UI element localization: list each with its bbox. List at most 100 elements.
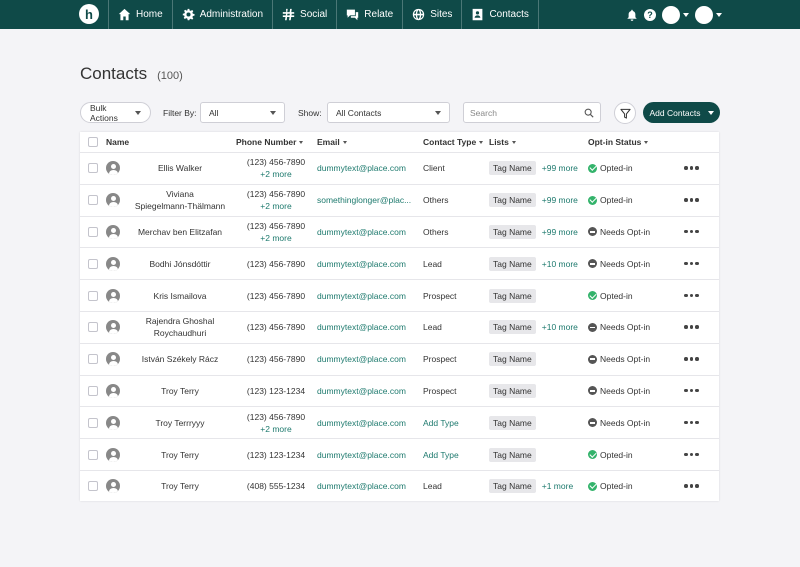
email-link[interactable]: dummytext@place.com [317, 344, 421, 375]
list-tag[interactable]: Tag Name [489, 193, 536, 208]
list-tag[interactable]: Tag Name [489, 352, 536, 367]
contact-name[interactable]: Rajendra Ghoshal Roychaudhuri [126, 312, 234, 343]
list-tag[interactable]: Tag Name [489, 383, 536, 398]
row-checkbox[interactable] [88, 258, 98, 269]
contact-name[interactable]: Troy Terrryyy [126, 407, 234, 438]
contact-name[interactable]: Troy Terry [126, 439, 234, 470]
row-checkbox[interactable] [88, 354, 98, 365]
header-contact-type[interactable]: Contact Type [423, 132, 484, 152]
phone-more-link[interactable]: +2 more [260, 200, 291, 212]
email-link[interactable]: dummytext@place.com [317, 376, 421, 407]
list-tag[interactable]: Tag Name [489, 256, 536, 271]
email-link[interactable]: dummytext@place.com [317, 280, 421, 311]
list-tag[interactable]: Tag Name [489, 320, 536, 335]
email-link[interactable]: dummytext@place.com [317, 217, 421, 248]
header-phone[interactable]: Phone Number [236, 132, 304, 152]
row-checkbox[interactable] [88, 385, 98, 396]
filter-button[interactable] [614, 102, 636, 124]
phone-more-link[interactable]: +2 more [260, 168, 291, 180]
phone-more-link[interactable]: +2 more [260, 232, 291, 244]
contact-name[interactable]: Viviana Spiegelmann-Thälmann [126, 185, 234, 216]
list-tag[interactable]: Tag Name [489, 288, 536, 303]
more-actions-icon[interactable] [684, 452, 699, 457]
lists-more-link[interactable]: +99 more [542, 195, 578, 205]
search-icon[interactable] [584, 108, 594, 118]
table-row[interactable]: Troy Terry (123) 123-1234 dummytext@plac… [80, 374, 719, 407]
table-row[interactable]: Kris Ismailova (123) 456-7890 dummytext@… [80, 279, 719, 311]
phone-more-link[interactable]: +2 more [260, 423, 291, 435]
contact-name[interactable]: Merchav ben Elitzafan [126, 217, 234, 248]
more-actions-icon[interactable] [684, 261, 699, 266]
email-link[interactable]: somethinglonger@plac... [317, 185, 421, 216]
email-link[interactable]: dummytext@place.com [317, 312, 421, 343]
more-actions-icon[interactable] [684, 420, 699, 425]
show-select[interactable]: All Contacts [327, 102, 450, 123]
header-name[interactable]: Name [106, 132, 129, 152]
lists-more-link[interactable]: +99 more [542, 163, 578, 173]
list-tag[interactable]: Tag Name [489, 224, 536, 239]
table-row[interactable]: Troy Terry (408) 555-1234 dummytext@plac… [80, 470, 719, 502]
more-actions-icon[interactable] [684, 325, 699, 329]
workspace-avatar[interactable] [662, 5, 680, 24]
add-type-link[interactable]: Add Type [423, 439, 487, 470]
more-actions-icon[interactable] [684, 166, 699, 170]
header-lists[interactable]: Lists [489, 132, 516, 152]
email-link[interactable]: dummytext@place.com [317, 248, 421, 279]
bell-icon[interactable] [626, 9, 638, 21]
lists-more-link[interactable]: +1 more [542, 481, 573, 491]
filter-by-select[interactable]: All [200, 102, 285, 123]
table-row[interactable]: Merchav ben Elitzafan (123) 456-7890 +2 … [80, 215, 719, 248]
nav-contacts[interactable]: Contacts [461, 0, 539, 29]
contact-name[interactable]: Troy Terry [126, 376, 234, 407]
table-row[interactable]: István Székely Rácz (123) 456-7890 dummy… [80, 342, 719, 375]
contact-name[interactable]: Troy Terry [126, 471, 234, 502]
nav-relate[interactable]: Relate [336, 0, 402, 29]
contact-name[interactable]: Ellis Walker [126, 153, 234, 184]
add-contacts-button[interactable]: Add Contacts [643, 102, 720, 123]
table-row[interactable]: Troy Terrryyy (123) 456-7890 +2 more dum… [80, 406, 719, 438]
bulk-actions-button[interactable]: Bulk Actions [80, 102, 151, 123]
header-optin[interactable]: Opt-in Status [588, 132, 649, 152]
row-checkbox[interactable] [88, 226, 98, 237]
search-input[interactable] [470, 107, 580, 118]
row-checkbox[interactable] [88, 449, 98, 460]
nav-administration[interactable]: Administration [171, 0, 272, 29]
email-link[interactable]: dummytext@place.com [317, 407, 421, 438]
table-row[interactable]: Troy Terry (123) 123-1234 dummytext@plac… [80, 438, 719, 470]
chevron-down-icon[interactable] [716, 12, 722, 17]
row-checkbox[interactable] [88, 481, 98, 492]
lists-more-link[interactable]: +99 more [542, 227, 578, 237]
more-actions-icon[interactable] [684, 484, 699, 488]
contact-name[interactable]: Kris Ismailova [126, 280, 234, 311]
email-link[interactable]: dummytext@place.com [317, 153, 421, 184]
more-actions-icon[interactable] [684, 198, 699, 202]
app-logo[interactable]: h [79, 4, 99, 24]
row-checkbox[interactable] [88, 290, 98, 301]
help-icon[interactable]: ? [644, 8, 656, 21]
more-actions-icon[interactable] [684, 357, 699, 361]
row-checkbox[interactable] [88, 322, 98, 333]
table-row[interactable]: Viviana Spiegelmann-Thälmann (123) 456-7… [80, 183, 719, 216]
list-tag[interactable]: Tag Name [489, 415, 536, 430]
add-type-link[interactable]: Add Type [423, 407, 487, 438]
list-tag[interactable]: Tag Name [489, 447, 536, 462]
email-link[interactable]: dummytext@place.com [317, 471, 421, 502]
nav-sites[interactable]: Sites [402, 0, 461, 29]
row-checkbox[interactable] [88, 417, 98, 428]
row-checkbox[interactable] [88, 163, 98, 174]
row-checkbox[interactable] [88, 195, 98, 206]
table-row[interactable]: Ellis Walker (123) 456-7890 +2 more dumm… [80, 152, 719, 184]
chevron-down-icon[interactable] [683, 12, 689, 17]
select-all-checkbox[interactable] [88, 137, 98, 147]
nav-social[interactable]: Social [272, 0, 336, 29]
more-actions-icon[interactable] [684, 388, 699, 393]
user-avatar[interactable] [695, 5, 713, 24]
more-actions-icon[interactable] [684, 293, 699, 298]
list-tag[interactable]: Tag Name [489, 161, 536, 176]
table-row[interactable]: Bodhi Jónsdóttir (123) 456-7890 dummytex… [80, 247, 719, 279]
lists-more-link[interactable]: +10 more [542, 259, 578, 269]
more-actions-icon[interactable] [684, 229, 699, 234]
header-email[interactable]: Email [317, 132, 347, 152]
nav-home[interactable]: Home [108, 0, 172, 29]
contact-name[interactable]: Bodhi Jónsdóttir [126, 248, 234, 279]
